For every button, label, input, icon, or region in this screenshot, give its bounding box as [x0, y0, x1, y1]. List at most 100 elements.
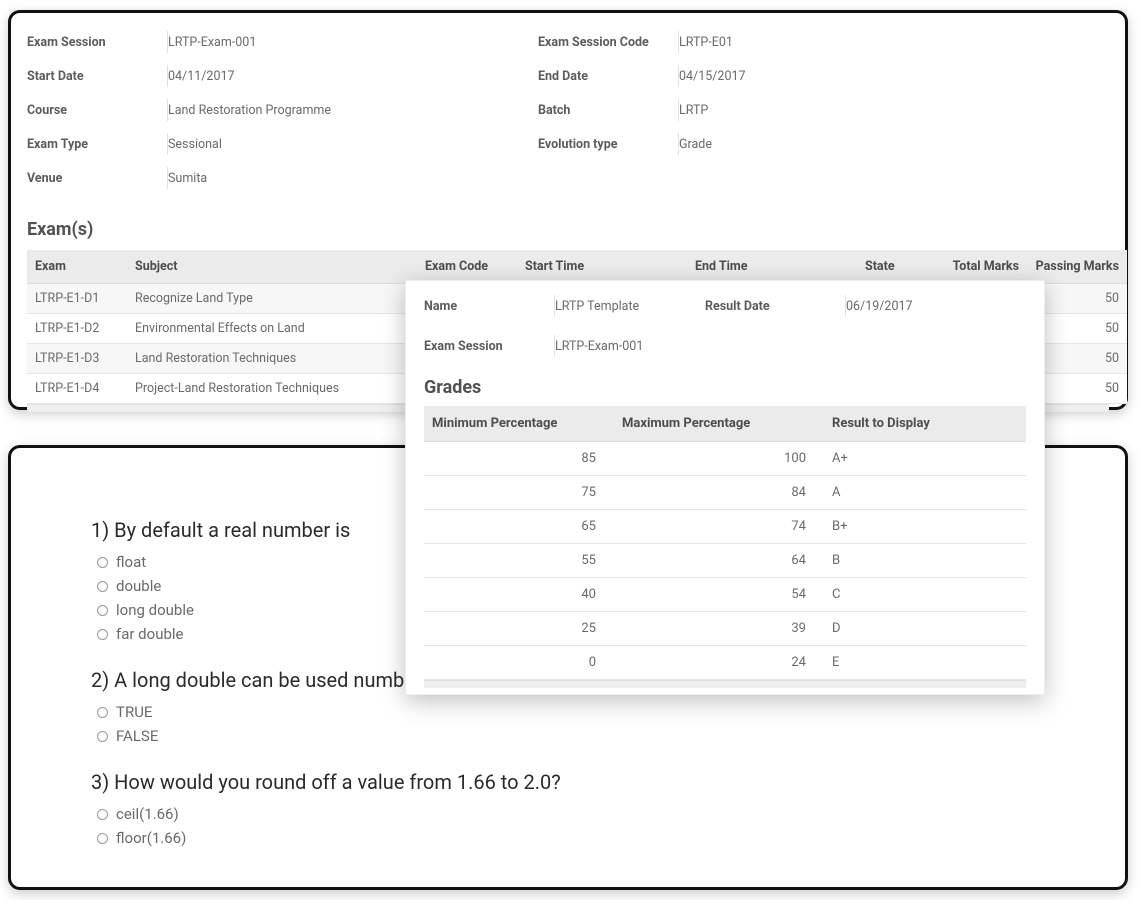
value-name: LRTP Template: [555, 299, 705, 314]
radio-icon[interactable]: [97, 605, 108, 616]
value-exam-session: LRTP-Exam-001: [168, 35, 538, 50]
th-min-pct[interactable]: Minimum Percentage: [424, 406, 614, 442]
option-label: ceil(1.66): [116, 805, 179, 823]
table-row[interactable]: 85100A+: [424, 442, 1026, 476]
label-result-date: Result Date: [705, 299, 845, 314]
cell-exam: LTRP-E1-D1: [27, 284, 127, 314]
grades-section-title: Grades: [424, 377, 1026, 398]
cell-max: 39: [614, 612, 824, 646]
label-evolution-type: Evolution type: [538, 137, 678, 152]
label-overlay-exam-session: Exam Session: [424, 339, 554, 354]
radio-icon[interactable]: [97, 809, 108, 820]
option-item[interactable]: FALSE: [97, 724, 1055, 748]
question-text: 3) How would you round off a value from …: [91, 770, 1055, 794]
cell-min: 0: [424, 646, 614, 680]
cell-subject: Environmental Effects on Land: [127, 314, 417, 344]
value-batch: LRTP: [679, 103, 979, 118]
th-passing-marks[interactable]: Passing Marks: [1027, 250, 1127, 284]
cell-max: 24: [614, 646, 824, 680]
table-row[interactable]: 4054C: [424, 578, 1026, 612]
option-label: long double: [116, 601, 194, 619]
th-subject[interactable]: Subject: [127, 250, 417, 284]
cell-max: 54: [614, 578, 824, 612]
th-start-time[interactable]: Start Time: [517, 250, 687, 284]
th-state[interactable]: State: [857, 250, 927, 284]
grades-template-overlay: Name LRTP Template Result Date 06/19/201…: [405, 280, 1045, 695]
cell-max: 100: [614, 442, 824, 476]
cell-exam: LTRP-E1-D4: [27, 374, 127, 404]
th-end-time[interactable]: End Time: [687, 250, 857, 284]
grades-header-row: Minimum Percentage Maximum Percentage Re…: [424, 406, 1026, 442]
th-total-marks[interactable]: Total Marks: [927, 250, 1027, 284]
cell-min: 55: [424, 544, 614, 578]
table-row[interactable]: 7584A: [424, 476, 1026, 510]
cell-min: 85: [424, 442, 614, 476]
session-info-grid: Exam Session LRTP-Exam-001 Exam Session …: [27, 31, 1109, 189]
cell-result: E: [824, 646, 1026, 680]
cell-min: 75: [424, 476, 614, 510]
label-course: Course: [27, 103, 167, 118]
cell-result: B+: [824, 510, 1026, 544]
value-overlay-exam-session: LRTP-Exam-001: [555, 339, 705, 354]
radio-icon[interactable]: [97, 557, 108, 568]
th-exam[interactable]: Exam: [27, 250, 127, 284]
radio-icon[interactable]: [97, 731, 108, 742]
value-exam-type: Sessional: [168, 137, 538, 152]
label-name: Name: [424, 299, 554, 314]
label-venue: Venue: [27, 171, 167, 186]
exams-section-title: Exam(s): [27, 219, 1109, 240]
label-batch: Batch: [538, 103, 678, 118]
label-start-date: Start Date: [27, 69, 167, 84]
radio-icon[interactable]: [97, 629, 108, 640]
cell-min: 25: [424, 612, 614, 646]
th-result[interactable]: Result to Display: [824, 406, 1026, 442]
option-item[interactable]: TRUE: [97, 700, 1055, 724]
overlay-info-grid: Name LRTP Template Result Date 06/19/201…: [424, 295, 1026, 357]
radio-icon[interactable]: [97, 833, 108, 844]
cell-subject: Land Restoration Techniques: [127, 344, 417, 374]
label-end-date: End Date: [538, 69, 678, 84]
value-evolution-type: Grade: [679, 137, 979, 152]
radio-icon[interactable]: [97, 707, 108, 718]
table-row[interactable]: 2539D: [424, 612, 1026, 646]
cell-max: 74: [614, 510, 824, 544]
cell-result: C: [824, 578, 1026, 612]
cell-exam: LTRP-E1-D2: [27, 314, 127, 344]
option-label: TRUE: [116, 703, 152, 721]
option-item[interactable]: ceil(1.66): [97, 802, 1055, 826]
cell-subject: Project-Land Restoration Techniques: [127, 374, 417, 404]
value-venue: Sumita: [168, 171, 538, 186]
option-label: FALSE: [116, 727, 158, 745]
cell-exam: LTRP-E1-D3: [27, 344, 127, 374]
cell-result: A+: [824, 442, 1026, 476]
table-row[interactable]: 024E: [424, 646, 1026, 680]
option-label: far double: [116, 625, 184, 643]
cell-min: 65: [424, 510, 614, 544]
value-course: Land Restoration Programme: [168, 103, 538, 118]
cell-min: 40: [424, 578, 614, 612]
table-footer-scrollbar: [424, 680, 1026, 688]
th-exam-code[interactable]: Exam Code: [417, 250, 517, 284]
option-item[interactable]: floor(1.66): [97, 826, 1055, 850]
question-options: TRUE FALSE: [97, 700, 1055, 748]
option-label: double: [116, 577, 161, 595]
value-start-date: 04/11/2017: [168, 69, 538, 84]
cell-result: B: [824, 544, 1026, 578]
label-exam-session-code: Exam Session Code: [538, 35, 678, 50]
value-end-date: 04/15/2017: [679, 69, 979, 84]
radio-icon[interactable]: [97, 581, 108, 592]
option-label: floor(1.66): [116, 829, 186, 847]
table-row[interactable]: 5564B: [424, 544, 1026, 578]
label-exam-session: Exam Session: [27, 35, 167, 50]
cell-result: D: [824, 612, 1026, 646]
th-max-pct[interactable]: Maximum Percentage: [614, 406, 824, 442]
table-row[interactable]: 6574B+: [424, 510, 1026, 544]
cell-max: 84: [614, 476, 824, 510]
value-result-date: 06/19/2017: [846, 299, 966, 314]
option-label: float: [116, 553, 146, 571]
value-exam-session-code: LRTP-E01: [679, 35, 979, 50]
label-exam-type: Exam Type: [27, 137, 167, 152]
grades-table: Minimum Percentage Maximum Percentage Re…: [424, 406, 1026, 680]
cell-result: A: [824, 476, 1026, 510]
cell-max: 64: [614, 544, 824, 578]
